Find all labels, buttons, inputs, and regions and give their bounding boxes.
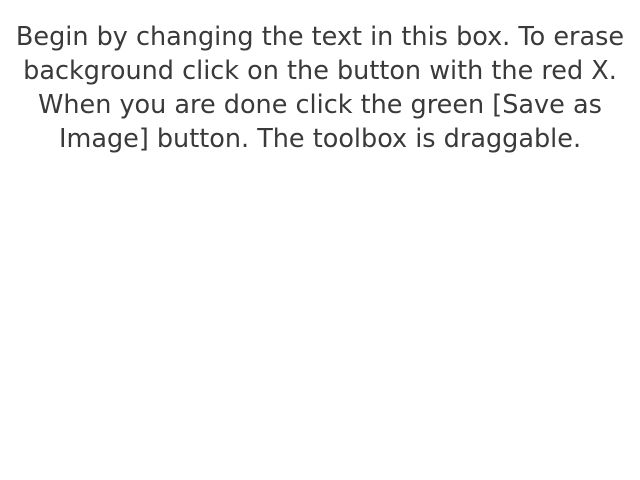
editor-canvas[interactable]: Begin by changing the text in this box. … xyxy=(0,0,640,480)
editable-text-box[interactable]: Begin by changing the text in this box. … xyxy=(14,20,626,156)
